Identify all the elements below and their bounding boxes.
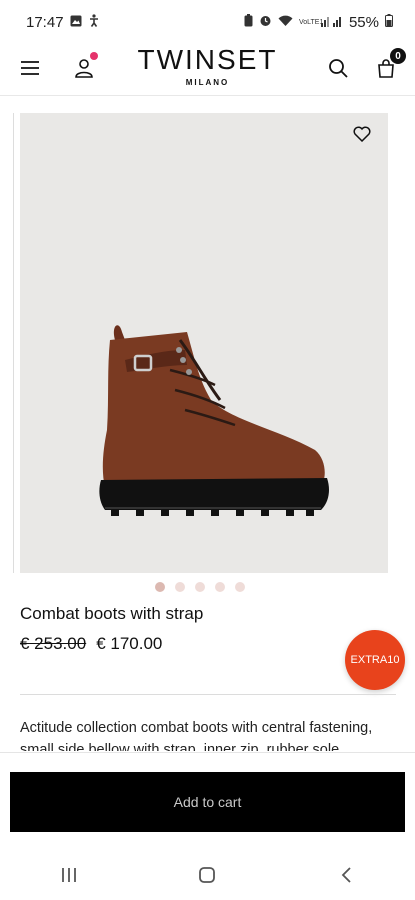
price-row: € 253.00 € 170.00 xyxy=(20,634,162,654)
system-nav-bar xyxy=(0,850,415,900)
menu-icon[interactable] xyxy=(16,54,44,82)
add-to-cart-button[interactable]: Add to cart xyxy=(10,772,405,832)
sale-price: € 170.00 xyxy=(96,634,163,653)
back-icon[interactable] xyxy=(326,860,366,890)
carousel-dot-1[interactable] xyxy=(155,582,165,592)
recent-apps-icon[interactable] xyxy=(49,860,89,890)
status-time: 17:47 xyxy=(26,13,64,31)
product-description: Actitude collection combat boots with ce… xyxy=(20,720,373,751)
previous-slide-edge xyxy=(13,113,14,573)
wifi-icon xyxy=(278,15,293,30)
cart-bar: Add to cart xyxy=(0,752,415,850)
wishlist-heart-icon[interactable] xyxy=(353,126,373,144)
carousel-dot-5[interactable] xyxy=(235,582,245,592)
product-title: Combat boots with strap xyxy=(20,604,204,623)
carousel-dot-2[interactable] xyxy=(175,582,185,592)
old-price: € 253.00 xyxy=(20,634,87,653)
accessibility-icon xyxy=(88,14,100,30)
battery-icon xyxy=(385,14,393,30)
cart-count-badge: 0 xyxy=(390,48,406,64)
bag-icon[interactable]: 0 xyxy=(372,48,406,82)
search-icon[interactable] xyxy=(324,54,352,82)
user-icon[interactable] xyxy=(70,52,98,82)
product-photo-boot xyxy=(99,325,329,516)
gallery-icon xyxy=(70,15,82,30)
logo-subtext: MILANO xyxy=(185,78,230,87)
carousel-dot-4[interactable] xyxy=(215,582,225,592)
carousel-dot-3[interactable] xyxy=(195,582,205,592)
site-header: TWINSET MILANO 0 xyxy=(0,44,415,96)
divider xyxy=(20,694,396,695)
volte-icon: VoLTE1 xyxy=(298,18,324,26)
status-bar: 17:47 VoLTE1 55% xyxy=(0,0,415,44)
logo-text: TWINSET xyxy=(137,44,278,75)
battery-percent: 55% xyxy=(348,13,379,31)
promo-badge[interactable]: EXTRA10 xyxy=(345,630,405,690)
notification-dot xyxy=(90,52,98,60)
home-icon[interactable] xyxy=(187,860,227,890)
signal-icon xyxy=(320,15,343,30)
battery-saver-icon xyxy=(244,14,253,30)
carousel-indicators xyxy=(155,582,245,592)
alarm-icon xyxy=(259,14,272,30)
brand-logo[interactable]: TWINSET MILANO xyxy=(120,44,295,87)
